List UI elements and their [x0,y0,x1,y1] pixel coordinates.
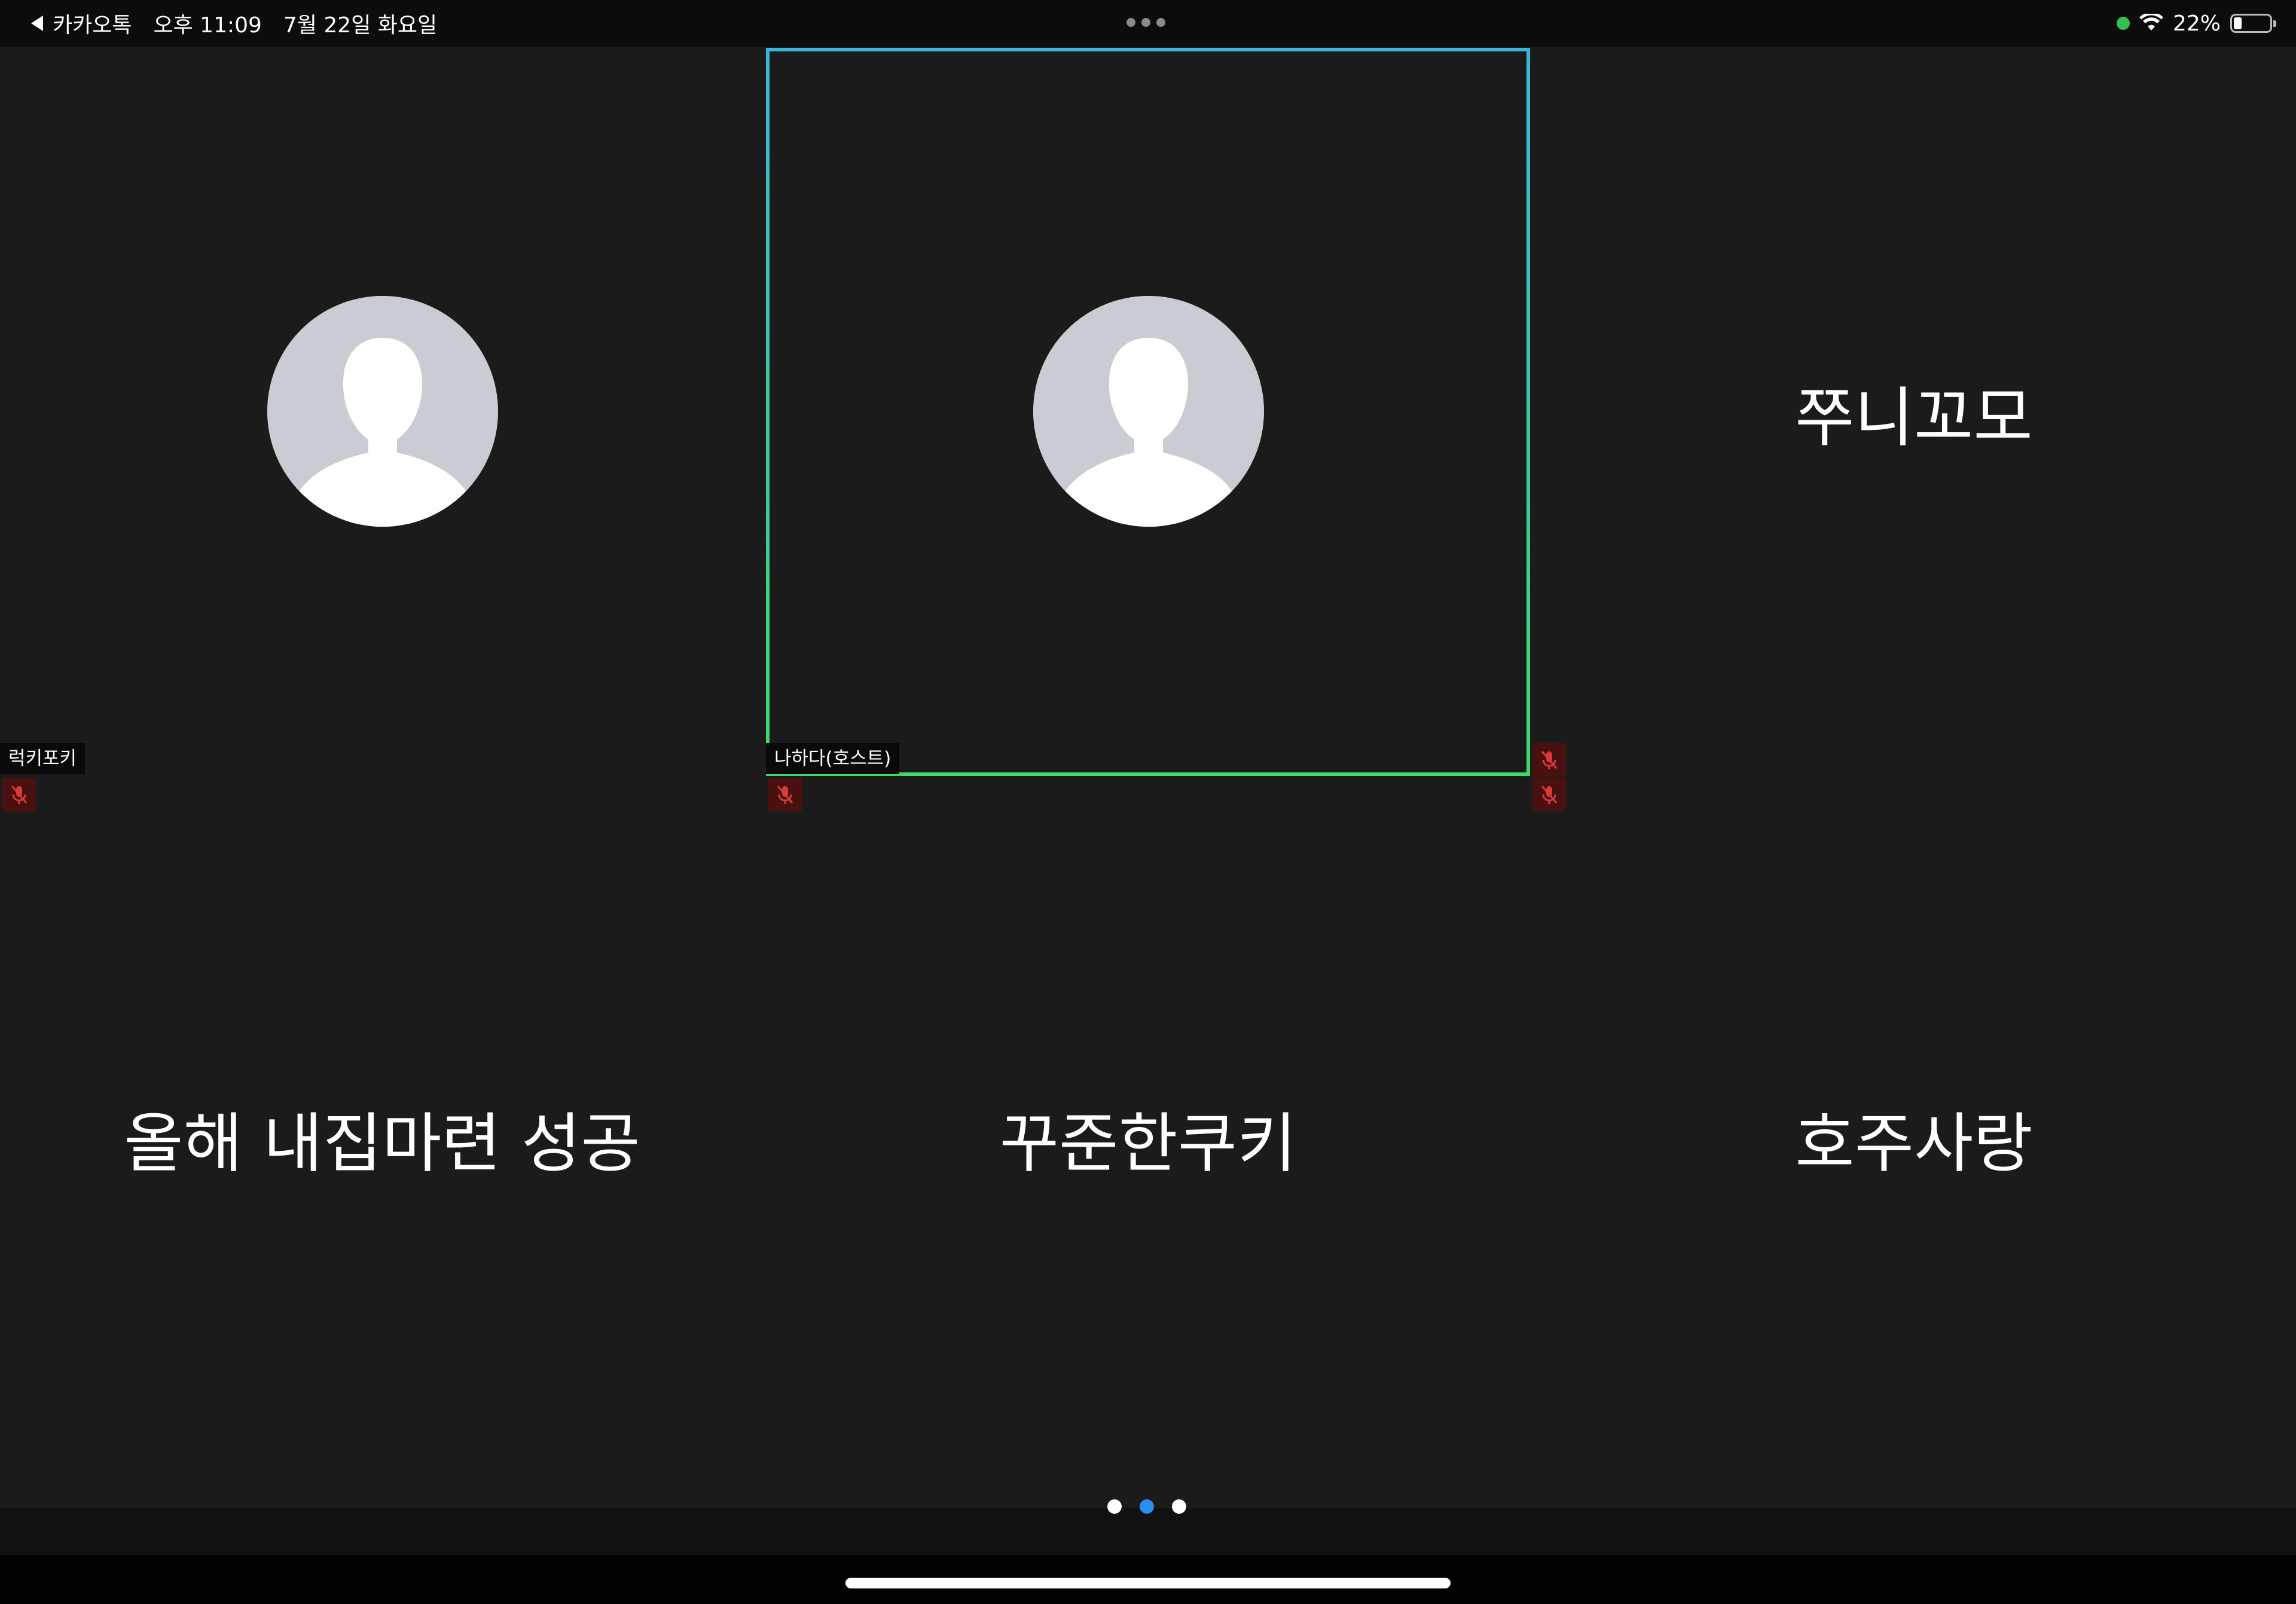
status-time: 오후 11:09 [153,13,262,38]
battery-icon [2230,14,2276,33]
zoom-gallery-view: 카카오톡 오후 11:09 7월 22일 화요일 22% 럭키포키 나하다(호스… [0,0,2296,1604]
participant-tile[interactable]: 꾸준한쿠키 [766,777,1530,1505]
home-indicator[interactable] [845,1578,1451,1588]
participant-tile[interactable]: 럭키포키 [0,48,764,811]
back-app-label[interactable]: 카카오톡 [53,8,132,39]
participant-name: 호주사랑 [1795,1107,2033,1181]
page-dot-3[interactable] [1172,1499,1186,1514]
wifi-icon [2139,14,2163,30]
back-arrow-icon[interactable] [31,16,43,31]
participant-tile[interactable]: 호주사랑 [1532,777,2296,1505]
default-avatar-icon [1033,296,1264,527]
page-dot-2-active[interactable] [1140,1499,1154,1514]
more-dots-icon[interactable] [1126,18,1165,27]
participant-tile[interactable]: 쭈니꼬모 [1532,48,2296,811]
participant-name: 꾸준한쿠키 [999,1107,1297,1181]
status-left: 카카오톡 오후 11:09 7월 22일 화요일 [31,6,437,41]
bottom-strip [0,1508,2296,1555]
participant-name-tag: 럭키포키 [0,743,86,774]
mic-muted-icon [1532,743,1566,777]
status-right: 22% [2116,6,2276,41]
participant-name: 올해 내집마련 성공 [124,1107,640,1181]
participant-tile-active[interactable]: 나하다(호스트) [766,48,1530,811]
recording-indicator-icon [2116,17,2130,30]
page-indicator[interactable] [1107,1499,1186,1514]
battery-percent: 22% [2172,11,2221,36]
participant-name-tag: 나하다(호스트) [766,743,900,774]
status-bar: 카카오톡 오후 11:09 7월 22일 화요일 22% [0,0,2296,47]
page-dot-1[interactable] [1107,1499,1122,1514]
default-avatar-icon [267,296,498,527]
participant-name: 쭈니꼬모 [1795,381,2033,456]
participant-tile[interactable]: 올해 내집마련 성공 [0,777,764,1505]
status-date: 7월 22일 화요일 [283,13,438,38]
